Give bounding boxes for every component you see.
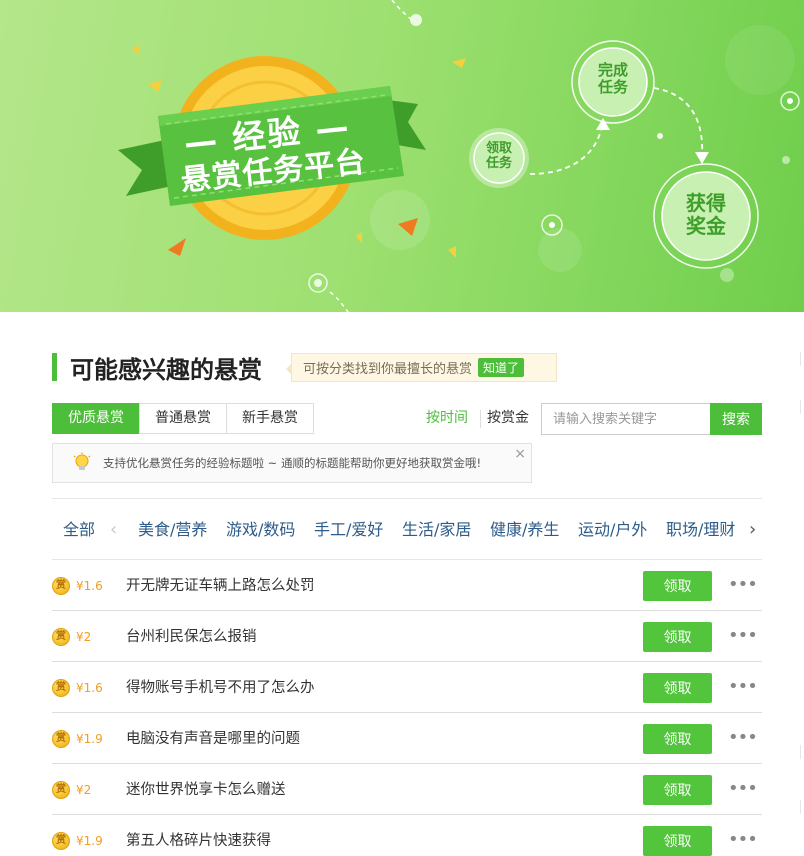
sort-by-bounty[interactable]: 按赏金	[487, 403, 529, 434]
step-claim-task: 领取 任务	[485, 141, 512, 171]
bounty-title[interactable]: 得物账号手机号不用了怎么办	[126, 678, 315, 698]
bounty-row: 赏 ¥1.9 第五人格碎片快速获得 领取 •••	[52, 815, 762, 856]
search-button[interactable]: 搜索	[710, 403, 762, 435]
hero-banner: — 经验 — 悬赏任务平台 领取 任务 完成 任务 获得 奖金	[0, 0, 804, 312]
bounty-title[interactable]: 开无牌无证车辆上路怎么处罚	[126, 576, 315, 596]
tab-quality-bounty[interactable]: 优质悬赏	[52, 403, 140, 434]
hint-text: 可按分类找到你最擅长的悬赏	[303, 362, 473, 377]
bounty-amount: ¥1.6	[76, 681, 103, 695]
more-options-icon[interactable]: •••	[728, 627, 758, 645]
claim-button[interactable]: 领取	[643, 571, 712, 601]
bounty-coin-icon: 赏	[52, 679, 70, 697]
more-options-icon[interactable]: •••	[728, 576, 758, 594]
bounty-title[interactable]: 迷你世界悦享卡怎么赠送	[126, 780, 286, 800]
bounty-row: 赏 ¥1.6 得物账号手机号不用了怎么办 领取 •••	[52, 662, 762, 713]
bounty-type-tabs: 优质悬赏 普通悬赏 新手悬赏	[52, 403, 314, 434]
close-icon[interactable]: ×	[514, 446, 526, 462]
sort-divider	[480, 410, 481, 428]
side-column-edge	[800, 800, 801, 814]
category-next-icon[interactable]: ›	[749, 518, 756, 542]
category-games-digital[interactable]: 游戏/数码	[226, 518, 295, 542]
bounty-coin-icon: 赏	[52, 628, 70, 646]
bounty-title[interactable]: 台州利民保怎么报销	[126, 627, 257, 647]
more-options-icon[interactable]: •••	[728, 729, 758, 747]
bounty-title[interactable]: 第五人格碎片快速获得	[126, 831, 271, 851]
more-options-icon[interactable]: •••	[728, 678, 758, 696]
notice-text: 支持优化悬赏任务的经验标题啦 ~ 通顺的标题能帮助你更好地获取赏金哦!	[103, 456, 482, 470]
bounty-amount: ¥2	[76, 630, 92, 644]
category-prev-icon[interactable]: ‹	[110, 518, 117, 542]
category-sports-outdoor[interactable]: 运动/户外	[578, 518, 647, 542]
claim-button[interactable]: 领取	[643, 622, 712, 652]
bounty-coin-icon: 赏	[52, 577, 70, 595]
tab-newbie-bounty[interactable]: 新手悬赏	[226, 403, 314, 434]
step-complete-task: 完成 任务	[597, 61, 628, 97]
step-get-reward: 获得 奖金	[686, 191, 726, 238]
title-optimization-notice: 支持优化悬赏任务的经验标题啦 ~ 通顺的标题能帮助你更好地获取赏金哦! ×	[52, 443, 532, 483]
category-career-finance[interactable]: 职场/理财	[666, 518, 735, 542]
lightbulb-icon	[73, 452, 91, 470]
category-crafts-hobbies[interactable]: 手工/爱好	[314, 518, 383, 542]
bounty-row: 赏 ¥1.9 电脑没有声音是哪里的问题 领取 •••	[52, 713, 762, 764]
bounty-coin-icon: 赏	[52, 781, 70, 799]
page-title: 可能感兴趣的悬赏	[70, 355, 262, 384]
more-options-icon[interactable]: •••	[728, 831, 758, 849]
category-food-nutrition[interactable]: 美食/营养	[138, 518, 207, 542]
category-all[interactable]: 全部	[63, 518, 95, 542]
sort-by-time[interactable]: 按时间	[426, 403, 468, 434]
section-header: 可能感兴趣的悬赏	[52, 352, 262, 384]
bounty-coin-icon: 赏	[52, 730, 70, 748]
title-accent-bar	[52, 353, 57, 381]
side-column-edge	[800, 352, 801, 366]
bounty-amount: ¥1.9	[76, 834, 103, 848]
bounty-amount: ¥1.6	[76, 579, 103, 593]
claim-button[interactable]: 领取	[643, 826, 712, 856]
bounty-amount: ¥1.9	[76, 732, 103, 746]
bounty-coin-icon: 赏	[52, 832, 70, 850]
more-options-icon[interactable]: •••	[728, 780, 758, 798]
bounty-amount: ¥2	[76, 783, 92, 797]
category-health-wellness[interactable]: 健康/养生	[490, 518, 559, 542]
category-divider-top	[52, 498, 762, 499]
banner-illustration	[118, 0, 800, 312]
side-column-edge	[800, 745, 801, 759]
bounty-row: 赏 ¥2 台州利民保怎么报销 领取 •••	[52, 611, 762, 662]
claim-button[interactable]: 领取	[643, 673, 712, 703]
claim-button[interactable]: 领取	[643, 724, 712, 754]
category-hint-tooltip: 可按分类找到你最擅长的悬赏 知道了	[286, 353, 557, 382]
bounty-row: 赏 ¥2 迷你世界悦享卡怎么赠送 领取 •••	[52, 764, 762, 815]
bounty-title[interactable]: 电脑没有声音是哪里的问题	[126, 729, 300, 749]
hint-dismiss-button[interactable]: 知道了	[478, 358, 525, 377]
bounty-row: 赏 ¥1.6 开无牌无证车辆上路怎么处罚 领取 •••	[52, 560, 762, 611]
side-column-edge	[800, 400, 801, 414]
claim-button[interactable]: 领取	[643, 775, 712, 805]
search-input[interactable]	[541, 403, 711, 435]
tab-normal-bounty[interactable]: 普通悬赏	[139, 403, 227, 434]
category-life-home[interactable]: 生活/家居	[402, 518, 471, 542]
